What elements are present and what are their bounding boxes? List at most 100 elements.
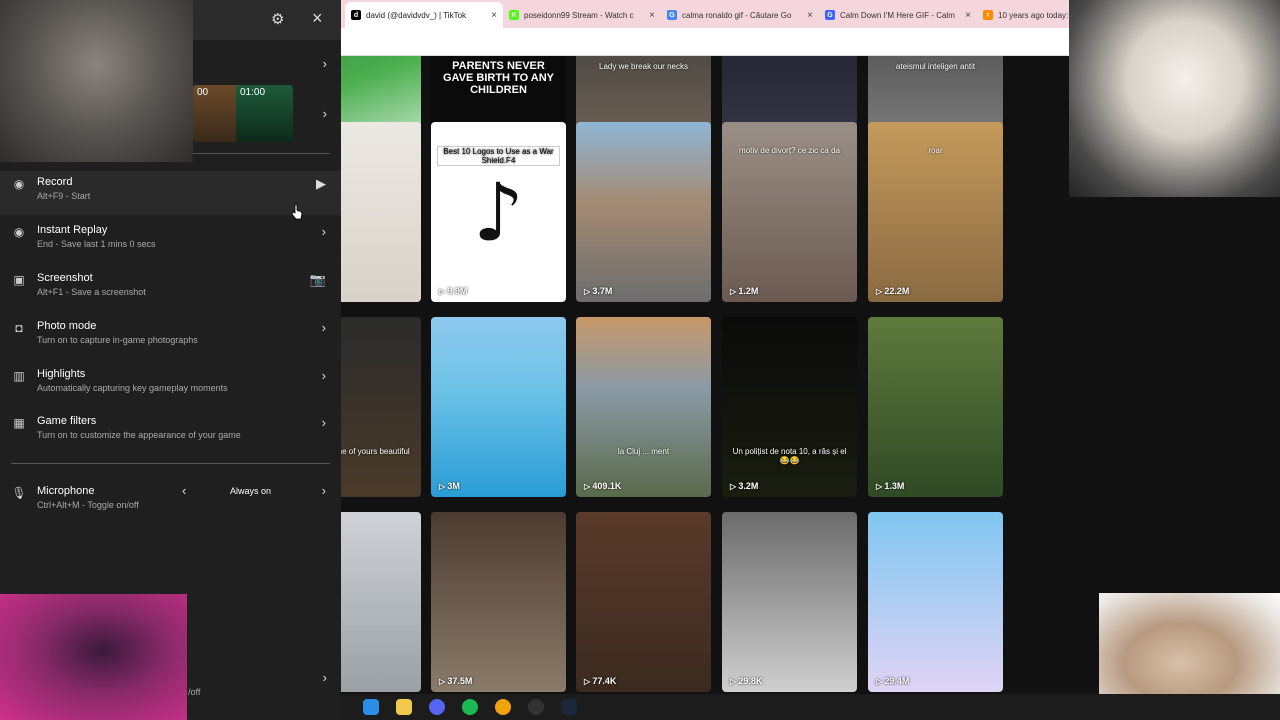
option-label: Highlights	[37, 368, 86, 380]
discord-icon[interactable]	[429, 699, 445, 715]
microphone-label: Microphone	[37, 485, 95, 497]
view-count: 3M	[439, 481, 460, 491]
webcam-overlay-cat	[0, 594, 187, 720]
tab-close-icon[interactable]: ×	[649, 10, 655, 21]
video-caption: can I try some of yours beautiful	[341, 447, 410, 456]
reddit-icon: r	[983, 10, 993, 20]
video-tile[interactable]: 297.4K	[341, 512, 421, 692]
video-tile[interactable]: 1.3M	[868, 317, 1003, 497]
photo-mode-row[interactable]: ◘ Photo mode Turn on to capture in-game ph…	[0, 315, 341, 359]
microphone-icon: 🎙	[11, 486, 27, 500]
option-action-icon[interactable]: ›	[322, 368, 326, 383]
game-filters-row[interactable]: ▦ Game filters Turn on to customize the ap…	[0, 410, 341, 454]
instant-replay-row[interactable]: ◉ Instant Replay End - Save last 1 mins 0 …	[0, 219, 341, 263]
option-description: Turn on to customize the appearance of y…	[37, 430, 241, 440]
divider	[193, 153, 330, 154]
capture-duration: 00	[197, 87, 209, 98]
tab-close-icon[interactable]: ×	[965, 10, 971, 21]
microphone-row[interactable]: 🎙 Microphone Ctrl+Alt+M - Toggle on/off …	[0, 480, 341, 524]
tab-title: Calm Down I'M Here GIF - Calm	[840, 10, 955, 20]
view-count: 3.7M	[584, 286, 612, 296]
option-description: Alt+F9 - Start	[37, 191, 91, 201]
view-count: 77.4K	[584, 676, 616, 686]
chrome-icon[interactable]	[495, 699, 511, 715]
video-tile[interactable]: 29.8K	[722, 512, 857, 692]
video-caption: motiv de divorț? ce zic ca da	[739, 146, 840, 155]
option-description: Automatically capturing key gameplay mom…	[37, 383, 228, 393]
option-action-icon[interactable]: ›	[322, 320, 326, 335]
option-action-icon[interactable]: ›	[322, 224, 326, 239]
gear-icon[interactable]: ⚙	[271, 10, 284, 28]
option-label: Instant Replay	[37, 224, 108, 236]
close-icon[interactable]: ×	[312, 8, 323, 29]
explorer-icon[interactable]	[396, 699, 412, 715]
option-description: Alt+F1 - Save a screenshot	[37, 287, 146, 297]
camera-icon: ◘	[15, 321, 23, 335]
video-tile[interactable]: 3M	[431, 317, 566, 497]
tab-title: poseidonn99 Stream - Watch c	[524, 10, 634, 20]
tab-close-icon[interactable]: ×	[807, 10, 813, 21]
highlights-row[interactable]: ▥ Highlights Automatically capturing key g…	[0, 363, 341, 407]
divider	[11, 463, 330, 464]
webcam-overlay-squirrel	[0, 0, 193, 162]
filters-icon: ▦	[13, 416, 25, 430]
chevron-right-icon[interactable]: ›	[323, 56, 327, 71]
record-icon: ◉	[13, 177, 25, 191]
gif-icon: G	[825, 10, 835, 20]
video-tile[interactable]: 29.4M	[868, 512, 1003, 692]
video-tile[interactable]: roar 22.2M	[868, 122, 1003, 302]
video-tile[interactable]: 3.7M	[576, 122, 711, 302]
webcam-overlay-dog	[1069, 0, 1280, 197]
screenshot-icon: ▣	[13, 273, 25, 287]
video-caption: roar	[928, 146, 943, 155]
highlights-icon: ▥	[13, 369, 25, 383]
capture-duration: 01:00	[240, 87, 266, 98]
video-caption: Un polițist de nota 10, a râs și el 😂😂	[732, 447, 847, 465]
steam-icon[interactable]	[561, 699, 577, 715]
chevron-right-icon[interactable]: ›	[323, 106, 327, 121]
toggle-hint: /off	[188, 687, 201, 697]
video-tile[interactable]: motiv de divorț? ce zic ca da 1.2M	[722, 122, 857, 302]
video-tile[interactable]: la Cluj ... ment 409.1K	[576, 317, 711, 497]
taskbar	[341, 694, 1280, 720]
video-tile[interactable]: Best 10 Logos to Use as a War Shield.F4 ♪…	[431, 122, 566, 302]
option-action-icon[interactable]: ›	[322, 415, 326, 430]
view-count: 37.5M	[439, 676, 472, 686]
browser-tab[interactable]: Kposeidonn99 Stream - Watch c ×	[503, 2, 661, 28]
spotify-icon[interactable]	[462, 699, 478, 715]
option-action-icon[interactable]: 📷	[310, 272, 326, 288]
record-row[interactable]: ◉ Record Alt+F9 - Start ▶	[0, 171, 341, 215]
video-caption: PARENTS NEVER GAVE BIRTH TO ANY CHILDREN	[442, 60, 555, 96]
video-caption: Best 10 Logos to Use as a War Shield.F4	[437, 146, 560, 166]
obs-icon[interactable]	[528, 699, 544, 715]
kick-icon: K	[509, 10, 519, 20]
browser-tab[interactable]: Gcalma ronaldo gif - Căutare Go ×	[661, 2, 819, 28]
option-label: Screenshot	[37, 272, 93, 284]
chevron-right-icon[interactable]: ›	[323, 670, 327, 685]
chevron-right-icon[interactable]: ›	[322, 483, 326, 498]
video-tile[interactable]: 77.4K	[576, 512, 711, 692]
view-count: 1.3M	[876, 481, 904, 491]
view-count: 409.1K	[584, 481, 621, 491]
edge-icon[interactable]	[363, 699, 379, 715]
video-tile[interactable]: 37.5M	[431, 512, 566, 692]
browser-tab[interactable]: G Calm Down I'M Here GIF - Calm ×	[819, 2, 977, 28]
browser-tab[interactable]: d david (@davidvdv_) | TikTok ×	[345, 2, 503, 28]
video-tile[interactable]: can I try some of yours beautiful5.5M	[341, 317, 421, 497]
hand-cursor-icon	[291, 204, 303, 220]
chevron-left-icon[interactable]: ‹	[182, 483, 186, 498]
option-label: Photo mode	[37, 320, 97, 332]
screen: d david (@davidvdv_) | TikTok × Kposeidonn9…	[0, 0, 1280, 720]
google-icon: G	[667, 10, 677, 20]
video-tile[interactable]: 53.8K	[341, 122, 421, 302]
tab-title: calma ronaldo gif - Căutare Go	[682, 10, 792, 20]
microphone-mode-value: Always on	[230, 486, 272, 496]
tab-close-icon[interactable]: ×	[491, 10, 497, 21]
view-count: 22.2M	[876, 286, 909, 296]
view-count: 1.2M	[730, 286, 758, 296]
tab-title: david (@davidvdv_) | TikTok	[366, 10, 467, 20]
capture-thumbnail[interactable]: 01:00	[236, 85, 293, 142]
option-action-icon[interactable]: ▶	[316, 176, 326, 192]
video-tile[interactable]: Un polițist de nota 10, a râs și el 😂😂 3.…	[722, 317, 857, 497]
screenshot-row[interactable]: ▣ Screenshot Alt+F1 - Save a screenshot 📷	[0, 267, 341, 311]
